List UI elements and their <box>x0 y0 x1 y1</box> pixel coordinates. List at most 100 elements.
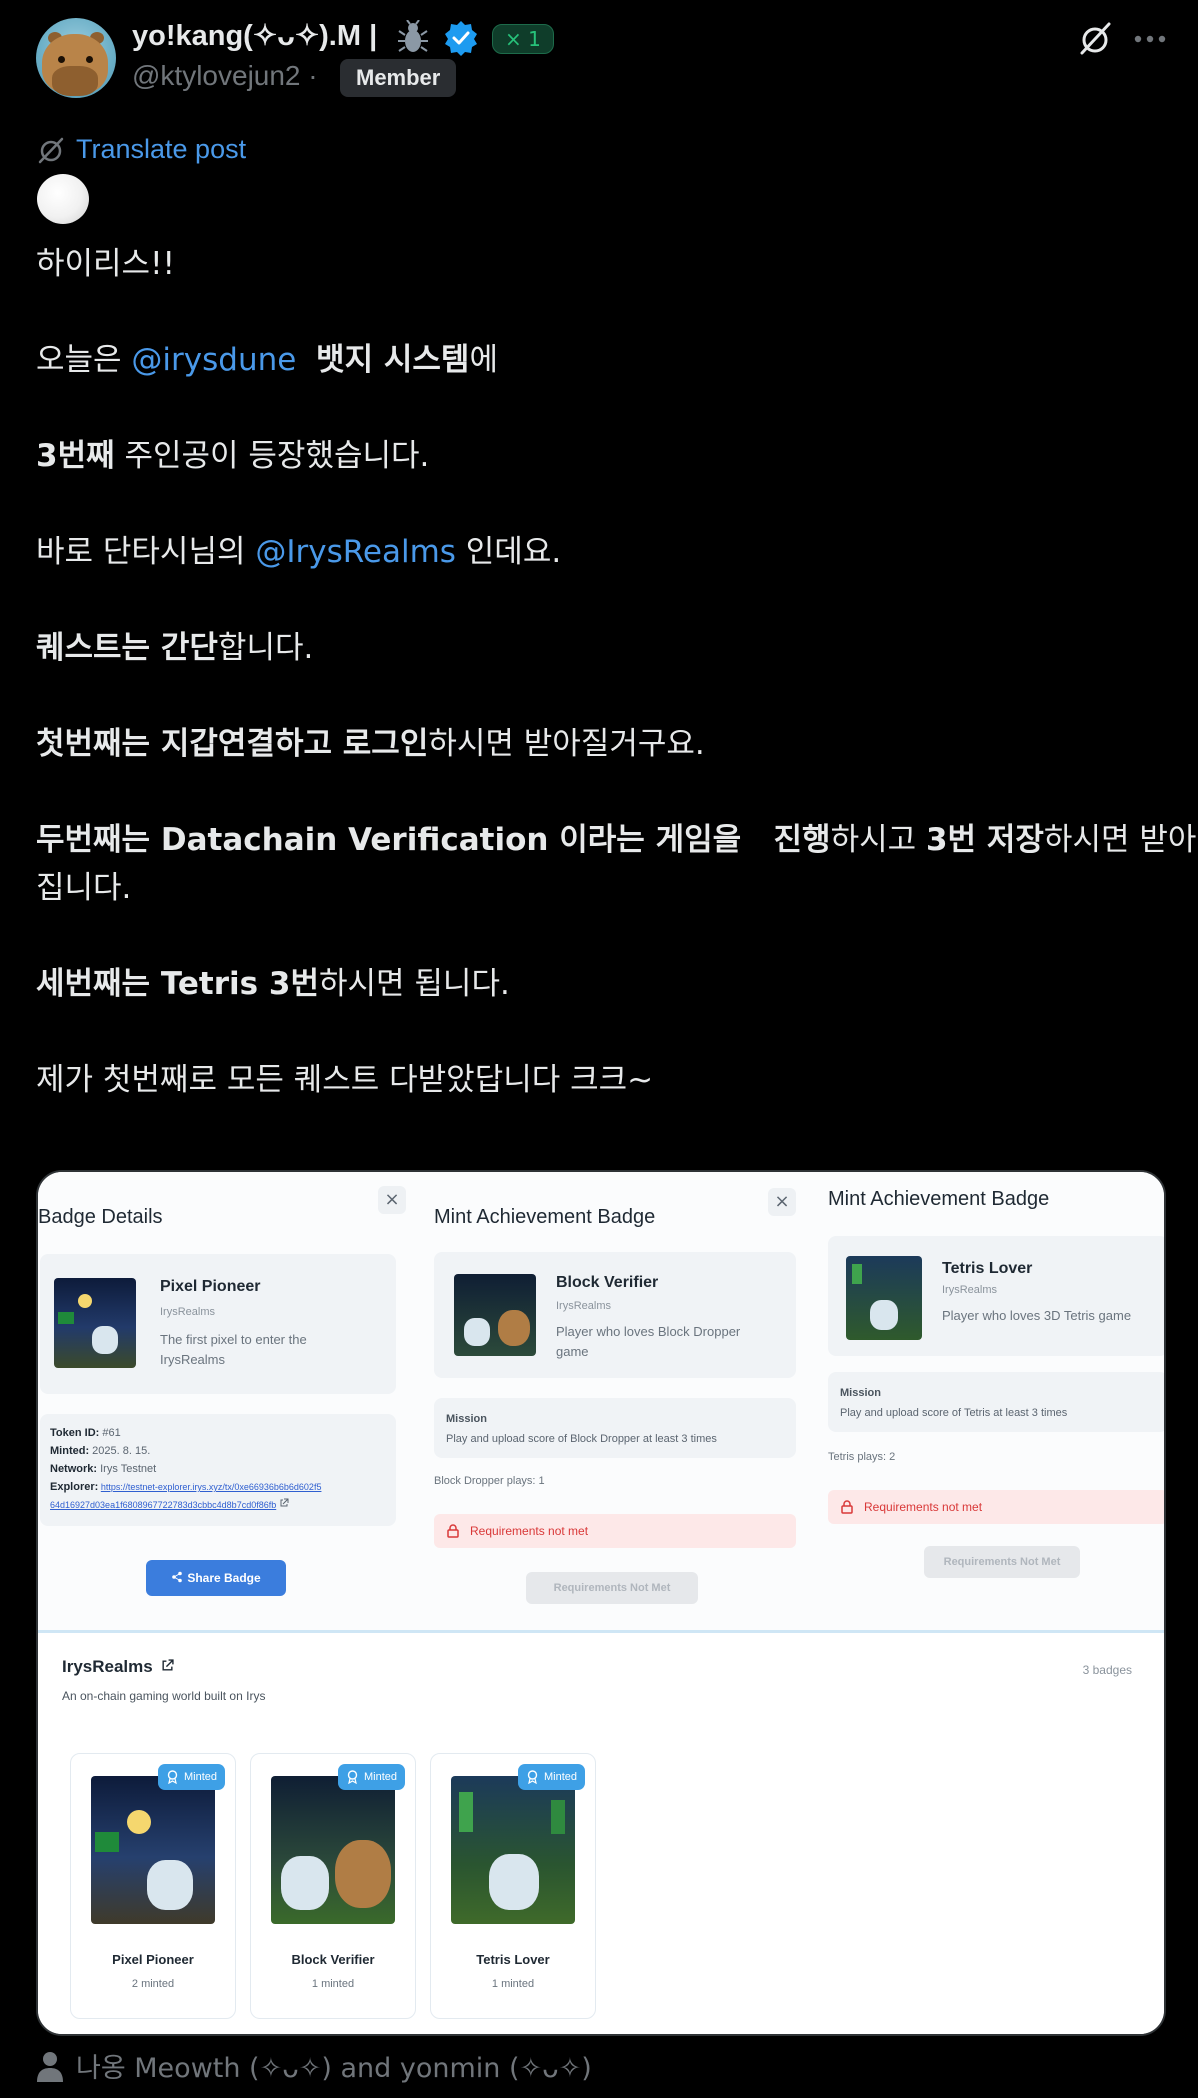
mention-link[interactable]: @IrysRealms <box>255 534 456 570</box>
plays-count: Tetris plays: 2 <box>828 1451 896 1463</box>
mission-text: Play and upload score of Block Dropper a… <box>446 1433 717 1445</box>
block-verifier-image <box>271 1776 395 1924</box>
requirements-text: Requirements not met <box>864 1500 983 1514</box>
share-badge-label: Share Badge <box>187 1571 261 1585</box>
badge-gallery: IrysRealms An on-chain gaming world buil… <box>38 1630 1164 2034</box>
item-name: Block Verifier <box>556 1274 659 1291</box>
badge-minted-count: 2 minted <box>131 1978 175 1990</box>
display-name[interactable]: yo!kang(✧ᴗ✧).M | <box>132 18 377 53</box>
person-icon <box>37 2051 63 2082</box>
token-value: #61 <box>102 1427 121 1439</box>
post-text-line: 두번째는 Datachain Verification 이라는 게임을 진행하시… <box>36 814 1196 859</box>
badge-item-box: Pixel Pioneer IrysRealms The first pixel… <box>40 1254 396 1394</box>
badge-card: Minted Block Verifier 1 minted <box>250 1753 416 2019</box>
plays-count: Block Dropper plays: 1 <box>434 1475 545 1487</box>
badge-minted-count: 1 minted <box>491 1978 535 1990</box>
requirements-warning: Requirements not met <box>828 1490 1164 1524</box>
affiliate-badge[interactable]: × 1 <box>492 24 554 54</box>
grok-icon[interactable] <box>1076 20 1114 58</box>
minted-label: Minted <box>183 1771 217 1783</box>
post-text-line: 오늘은 @irysdune 뱃지 시스템에 <box>36 334 498 379</box>
panel-title: Mint Achievement Badge <box>828 1188 1050 1210</box>
handle-text[interactable]: @ktylovejun2 <box>132 60 301 91</box>
minted-label: Minted <box>543 1771 577 1783</box>
badge-item-box: Tetris Lover IrysRealms Player who loves… <box>828 1236 1164 1356</box>
badge-name: Tetris Lover <box>476 1952 550 1967</box>
handle-separator: · <box>308 60 318 91</box>
text-segment: 제가 첫번째로 모든 퀘스트 다받았답니다 크크~ <box>36 1062 654 1098</box>
explorer-label: Explorer: <box>50 1481 99 1493</box>
panel-title: Mint Achievement Badge <box>434 1206 656 1228</box>
text-segment: 하이리스!! <box>36 246 175 282</box>
post-image[interactable]: Badge Details × Pixel Pioneer IrysRealms… <box>36 1170 1166 2036</box>
minted-pill: Minted <box>337 1764 405 1790</box>
text-segment: 집니다. <box>36 870 132 906</box>
text-segment: 에 <box>469 342 498 378</box>
avatar-eye <box>58 56 65 63</box>
post-text-line: 3번째 주인공이 등장했습니다. <box>36 430 429 475</box>
item-org: IrysRealms <box>942 1284 998 1296</box>
gallery-title-text: IrysRealms <box>62 1657 153 1676</box>
pixel-pioneer-image <box>91 1776 215 1924</box>
pixel-pioneer-thumbnail <box>54 1278 136 1368</box>
text-segment: 바로 단타시님의 <box>36 534 256 570</box>
translate-label[interactable]: Translate post <box>76 134 246 165</box>
minted-label: Minted <box>363 1771 397 1783</box>
text-segment: 주인공이 등장했습니다. <box>114 438 430 474</box>
text-segment: 합니다. <box>217 630 314 666</box>
minted-icon <box>527 1770 538 1784</box>
badge-details-panel: Badge Details × Pixel Pioneer IrysRealms… <box>38 1172 414 1632</box>
external-link-icon <box>280 1498 289 1507</box>
mint-block-verifier-panel: Mint Achievement Badge × Block Verifier … <box>414 1172 812 1632</box>
handle[interactable]: @ktylovejun2 · <box>132 60 318 92</box>
requirements-not-met-button: Requirements Not Met <box>526 1572 698 1604</box>
close-icon: × <box>378 1186 406 1214</box>
mission-label: Mission <box>446 1413 487 1425</box>
item-name: Pixel Pioneer <box>160 1278 261 1295</box>
explorer-link: https://testnet-explorer.irys.xyz/tx/0xe… <box>100 1482 322 1492</box>
tetris-lover-thumbnail <box>846 1256 922 1340</box>
bold-text: 첫번째는 지갑연결하고 로그인 <box>36 726 429 762</box>
liked-by-text[interactable]: 나옹 Meowth (✧ᴗ✧) and yonmin (✧ᴗ✧) <box>76 2046 592 2085</box>
bold-text: 뱃지 시스템 <box>316 342 470 378</box>
mention-link[interactable]: @irysdune <box>131 342 296 378</box>
gallery-count: 3 badges <box>1082 1663 1132 1677</box>
translate-post-link[interactable]: Translate post <box>36 134 246 165</box>
bug-icon <box>398 20 428 52</box>
requirements-text: Requirements not met <box>470 1524 589 1538</box>
lock-icon <box>447 1524 459 1538</box>
text-segment: 하시면 됩니다. <box>319 966 510 1002</box>
avatar[interactable] <box>36 18 116 98</box>
bold-text: 세번째는 Tetris 3번 <box>36 966 319 1002</box>
minted-value: 2025. 8. 15. <box>92 1445 151 1457</box>
gallery-title: IrysRealms <box>62 1657 175 1677</box>
external-link-icon <box>162 1659 175 1671</box>
avatar-snout <box>52 66 98 96</box>
post-text-line: 바로 단타시님의 @IrysRealms 인데요. <box>36 526 561 571</box>
share-icon <box>172 1571 183 1583</box>
mission-text: Play and upload score of Tetris at least… <box>840 1407 1068 1419</box>
minted-label: Minted: <box>50 1445 90 1457</box>
bold-text: 3번 저장 <box>925 822 1044 858</box>
verified-icon[interactable] <box>443 20 479 56</box>
requirements-warning: Requirements not met <box>434 1514 796 1548</box>
token-label: Token ID: <box>50 1427 100 1439</box>
requirements-not-met-button: Requirements Not Met <box>924 1546 1080 1578</box>
item-description: The first pixel to enter the IrysRealms <box>160 1332 307 1367</box>
badge-name: Block Verifier <box>291 1952 375 1967</box>
liked-by-row[interactable]: 나옹 Meowth (✧ᴗ✧) and yonmin (✧ᴗ✧) <box>36 2046 592 2085</box>
full-moon-emoji <box>37 174 89 224</box>
post-text-line: 첫번째는 지갑연결하고 로그인하시면 받아질거구요. <box>36 718 705 763</box>
badge-card: Minted Tetris Lover 1 minted <box>430 1753 596 2019</box>
minted-pill: Minted <box>157 1764 225 1790</box>
member-badge[interactable]: Member <box>340 59 457 97</box>
close-icon: × <box>768 1188 796 1216</box>
item-description: Player who loves Block Dropper game <box>556 1324 741 1359</box>
badge-name: Pixel Pioneer <box>112 1952 194 1967</box>
more-icon[interactable] <box>1130 20 1170 58</box>
text-segment: 하시면 받아질거구요. <box>428 726 705 762</box>
badge-card: Minted Pixel Pioneer 2 minted <box>70 1753 236 2019</box>
bold-text: 퀘스트는 간단 <box>36 630 218 666</box>
panel-title: Badge Details <box>38 1206 163 1228</box>
item-name: Tetris Lover <box>942 1260 1033 1277</box>
